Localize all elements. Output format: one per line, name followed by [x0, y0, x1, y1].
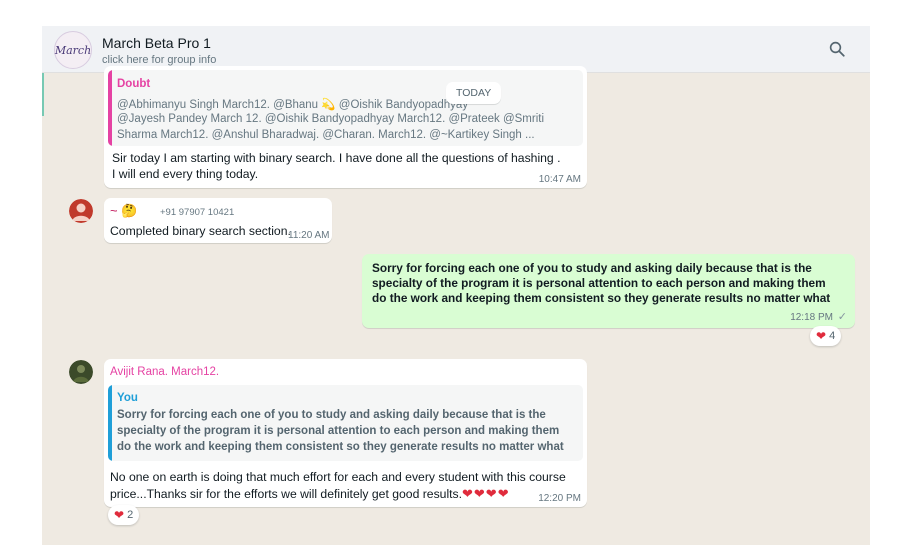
- sender-avatar[interactable]: [69, 360, 93, 384]
- message-text: No one on earth is doing that much effor…: [110, 470, 566, 484]
- message-bubble[interactable]: ~ 🤔 +91 97907 10421 Completed binary sea…: [104, 198, 332, 243]
- search-icon[interactable]: [828, 40, 846, 58]
- quote-line: do the work and keeping them consistent …: [117, 441, 564, 453]
- sender-name[interactable]: ~ 🤔: [110, 203, 137, 219]
- date-chip: TODAY: [446, 82, 502, 104]
- quote-sender: You: [117, 392, 138, 404]
- quoted-message[interactable]: Doubt @Abhimanyu Singh March12. @Bhanu 💫…: [108, 70, 583, 146]
- message-text-part: price...Thanks sir for the efforts we wi…: [110, 487, 463, 501]
- quote-line: Sharma March12. @Anshul Bharadwaj. @Char…: [117, 129, 535, 141]
- delivered-check-icon: ✓: [837, 311, 847, 323]
- quote-bar: [108, 70, 112, 146]
- reaction-badge[interactable]: ❤ 4: [810, 326, 842, 346]
- message-text: I will end every thing today.: [112, 167, 259, 181]
- quote-bar: [108, 385, 112, 461]
- quote-line: @Jayesh Pandey March 12. @Oishik Bandyop…: [117, 113, 545, 125]
- hearts-emoji: ❤❤❤❤: [462, 486, 510, 501]
- reaction-badge[interactable]: ❤ 2: [108, 505, 140, 525]
- profile-photo-icon: [69, 360, 93, 384]
- default-avatar-icon: [69, 199, 93, 223]
- message-text: price...Thanks sir for the efforts we wi…: [110, 486, 510, 502]
- message-time: 12:20 PM: [538, 493, 581, 504]
- reaction-count: 2: [127, 509, 134, 521]
- chat-window: March March Beta Pro 1 click here for gr…: [42, 26, 870, 545]
- quote-line: @Abhimanyu Singh March12. @Bhanu 💫 @Oish…: [117, 99, 469, 111]
- message-text: Sorry for forcing each one of you to stu…: [372, 261, 812, 275]
- quote-line: specialty of the program it is personal …: [117, 425, 560, 437]
- reaction-count: 4: [829, 330, 836, 342]
- heart-icon: ❤: [114, 508, 125, 522]
- message-time: 11:20 AM: [288, 230, 330, 241]
- quote-line: Sorry for forcing each one of you to stu…: [117, 409, 546, 421]
- message-text: Sir today I am starting with binary sear…: [112, 151, 561, 165]
- message-time: 12:18 PM: [790, 312, 833, 323]
- message-bubble[interactable]: Doubt @Abhimanyu Singh March12. @Bhanu 💫…: [104, 66, 587, 188]
- heart-icon: ❤: [816, 329, 827, 343]
- message-text: specialty of the program it is personal …: [372, 276, 826, 290]
- outgoing-message-bubble[interactable]: Sorry for forcing each one of you to stu…: [362, 254, 855, 328]
- quoted-message[interactable]: You Sorry for forcing each one of you to…: [108, 385, 583, 461]
- group-avatar[interactable]: March: [54, 31, 92, 69]
- sender-avatar[interactable]: [69, 199, 93, 223]
- group-info-hint[interactable]: click here for group info: [102, 54, 216, 66]
- message-text: Completed binary search section.: [110, 224, 291, 238]
- message-text: do the work and keeping them consistent …: [372, 291, 831, 305]
- sender-name[interactable]: Avijit Rana. March12.: [110, 366, 219, 378]
- message-time: 10:47 AM: [538, 174, 581, 185]
- quote-sender: Doubt: [117, 78, 151, 90]
- group-title[interactable]: March Beta Pro 1: [102, 35, 211, 51]
- sender-phone: +91 97907 10421: [160, 207, 235, 218]
- message-bubble[interactable]: Avijit Rana. March12. You Sorry for forc…: [104, 359, 587, 507]
